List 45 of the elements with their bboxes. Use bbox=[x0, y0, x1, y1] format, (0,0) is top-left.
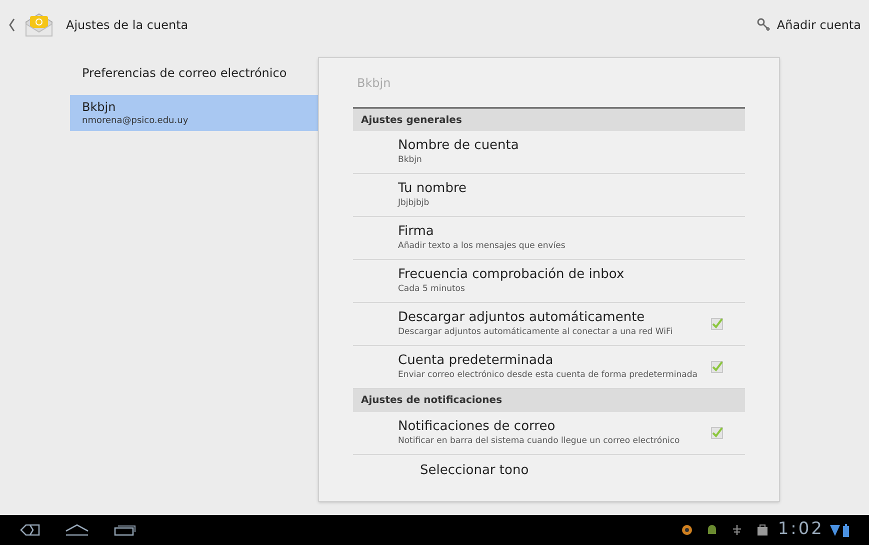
sidebar-item[interactable]: Bkbjn nmorena@psico.edu.uy bbox=[70, 95, 318, 131]
sidebar-item-title: Preferencias de correo electrónico bbox=[82, 66, 288, 80]
settings-row[interactable]: Frecuencia comprobación de inbox Cada 5 minutos bbox=[353, 260, 745, 303]
settings-row[interactable]: Firma Añadir texto a los mensajes que envíes bbox=[353, 217, 745, 260]
settings-row[interactable]: Nombre de cuenta Bkbjn bbox=[353, 131, 745, 174]
setting-summary: Enviar correo electrónico desde esta cuenta de forma predeterminada bbox=[398, 369, 698, 381]
setting-title: Nombre de cuenta bbox=[398, 138, 520, 154]
setting-title: Cuenta predeterminada bbox=[398, 353, 554, 369]
checkbox[interactable] bbox=[711, 318, 723, 330]
battery-icon bbox=[843, 524, 849, 536]
panel-title: Bkbjn bbox=[357, 74, 391, 92]
setting-summary: Notificar en barra del sistema cuando llegue un correo electrónico bbox=[398, 435, 681, 447]
checkbox[interactable] bbox=[711, 361, 723, 373]
setting-summary: Jbjbjbjb bbox=[398, 197, 430, 209]
back-icon[interactable] bbox=[20, 524, 40, 536]
key-plus-icon bbox=[756, 18, 771, 32]
clock-time: 1:02 bbox=[778, 518, 824, 542]
recent-apps-icon[interactable] bbox=[114, 524, 136, 536]
setting-summary: Cada 5 minutos bbox=[398, 283, 466, 295]
setting-title: Notificaciones de correo bbox=[398, 419, 556, 435]
signal-icon bbox=[830, 524, 840, 536]
checkbox[interactable] bbox=[711, 427, 723, 439]
setting-title: Descargar adjuntos automáticamente bbox=[398, 310, 646, 326]
setting-title: Tu nombre bbox=[398, 181, 468, 197]
bag-icon bbox=[756, 524, 768, 536]
sidebar-item-subtitle: nmorena@psico.edu.uy bbox=[82, 114, 190, 126]
screen-title: Ajustes de la cuenta bbox=[66, 17, 188, 34]
settings-row[interactable]: Seleccionar tono bbox=[353, 455, 745, 487]
setting-summary: Descargar adjuntos automáticamente al conectar a una red WiFi bbox=[398, 326, 674, 338]
sidebar-item-title: Bkbjn bbox=[82, 100, 117, 114]
section-header: Ajustes generales bbox=[353, 108, 745, 131]
home-icon[interactable] bbox=[65, 524, 89, 536]
settings-row[interactable]: Tu nombre Jbjbjbjb bbox=[353, 174, 745, 217]
back-caret-icon[interactable] bbox=[8, 18, 16, 32]
setting-title: Firma bbox=[398, 224, 435, 240]
setting-summary: Bkbjn bbox=[398, 154, 423, 166]
setting-title: Frecuencia comprobación de inbox bbox=[398, 267, 626, 283]
envelope-icon bbox=[24, 12, 54, 38]
settings-row[interactable]: Descargar adjuntos automáticamente Descargar adjuntos automáticamente al conectar a una red WiFi bbox=[353, 303, 745, 346]
settings-row[interactable]: Notificaciones de correo Notificar en barra del sistema cuando llegue un correo electrónico bbox=[353, 412, 745, 455]
setting-summary: Añadir texto a los mensajes que envíes bbox=[398, 240, 566, 252]
sidebar-item[interactable]: Preferencias de correo electrónico bbox=[70, 57, 318, 89]
add-account-button[interactable]: Añadir cuenta bbox=[756, 16, 861, 34]
section-header: Ajustes de notificaciones bbox=[353, 389, 745, 412]
setting-title: Seleccionar tono bbox=[420, 462, 529, 480]
